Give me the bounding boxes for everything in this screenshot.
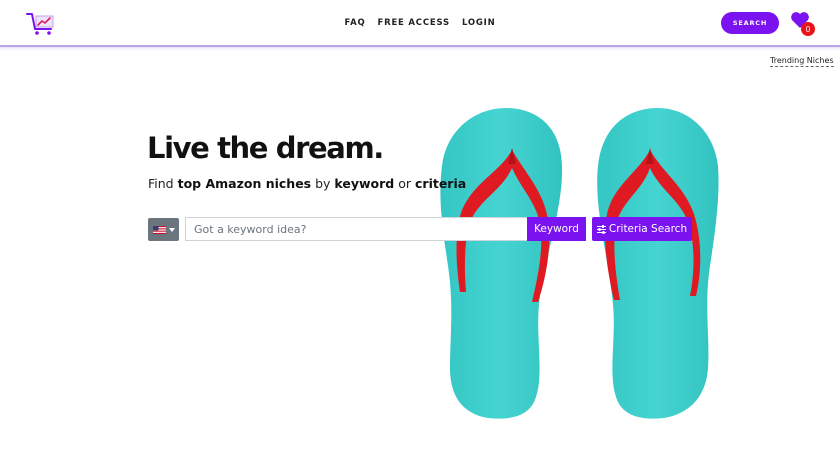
- criteria-search-label: Criteria Search: [608, 223, 688, 235]
- criteria-search-button[interactable]: Criteria Search: [592, 217, 692, 241]
- subtitle-bold-niches: top Amazon niches: [177, 176, 312, 191]
- keyword-search-button[interactable]: Keyword: [527, 217, 586, 241]
- us-flag-icon: [152, 225, 166, 234]
- chevron-down-icon: [168, 227, 175, 232]
- flip-flops-illustration: [440, 108, 719, 419]
- top-navbar: FAQ FREE ACCESS LOGIN SEARCH 0: [0, 0, 840, 47]
- nav-free-access[interactable]: FREE ACCESS: [378, 18, 450, 28]
- keyword-search-input[interactable]: [185, 217, 528, 241]
- favorites-count-badge: 0: [801, 22, 815, 36]
- nav-login[interactable]: LOGIN: [462, 18, 496, 28]
- subtitle-or: or: [394, 176, 415, 191]
- main-nav: FAQ FREE ACCESS LOGIN: [0, 0, 840, 45]
- hero-title: Live the dream.: [147, 131, 384, 165]
- nav-faq[interactable]: FAQ: [344, 18, 365, 28]
- subtitle-bold-keyword: keyword: [334, 176, 395, 191]
- subtitle-bold-criteria: criteria: [415, 176, 467, 191]
- subtitle-prefix: Find: [148, 176, 178, 191]
- sliders-icon: [596, 224, 606, 234]
- subtitle-by: by: [311, 176, 335, 191]
- favorites-button[interactable]: 0: [790, 11, 818, 37]
- trending-niches-link[interactable]: Trending Niches: [770, 56, 834, 67]
- hero-subtitle: Find top Amazon niches by keyword or cri…: [148, 176, 466, 191]
- header-search-button[interactable]: SEARCH: [721, 12, 779, 34]
- country-select[interactable]: [148, 218, 179, 241]
